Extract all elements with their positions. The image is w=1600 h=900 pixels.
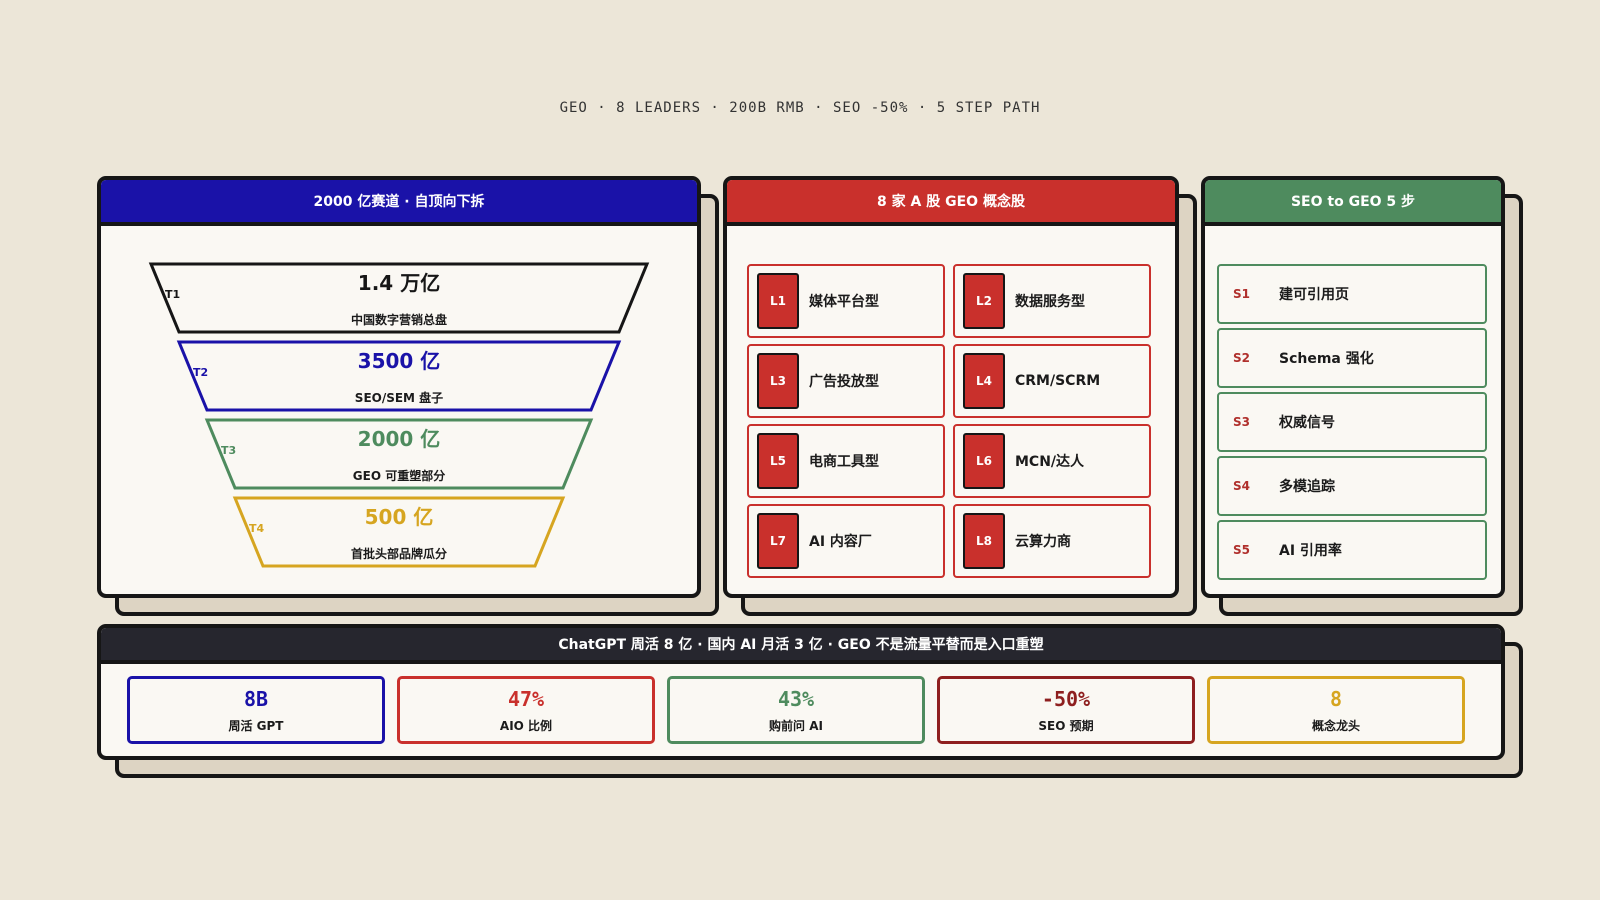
stat-tile: -50% SEO 预期 [937,676,1195,744]
funnel-tier: T1 1.4 万亿中国数字营销总盘 [148,262,650,334]
leader-label: 媒体平台型 [809,294,879,310]
step-label: 多模追踪 [1279,479,1335,495]
stat-value: -50% [1041,686,1091,711]
funnel-tier-value: 1.4 万亿 [358,271,440,295]
step-label: 建可引用页 [1279,287,1349,303]
leader-card: L2 数据服务型 [953,264,1151,338]
steps-card: SEO to GEO 5 步 S1 建可引用页 S2 Schema 强化 S3 权威信… [1201,176,1523,616]
funnel-tier-label: GEO 可重塑部分 [353,468,445,483]
leader-card: L5 电商工具型 [747,424,945,498]
funnel-card: 2000 亿赛道 · 自顶向下拆 T1 1.4 万亿中国数字营销总盘 T2 3500 … [97,176,719,616]
stat-value: 47% [507,686,545,711]
funnel-tier-value: 500 亿 [365,505,434,529]
funnel-tier-tag: T2 [193,366,208,379]
step-label: 权威信号 [1279,415,1335,431]
stat-label: 购前问 AI [769,718,823,733]
leader-card: L7 AI 内容厂 [747,504,945,578]
leader-code-badge: L8 [963,513,1005,569]
step-number: S2 [1233,351,1250,365]
funnel-tier-value: 2000 亿 [358,427,441,451]
stat-label: SEO 预期 [1038,718,1094,733]
card-frame: 8 家 A 股 GEO 概念股 L1 媒体平台型 L2 数据服务型 L3 广告投放型 … [723,176,1179,598]
funnel-tier-label: SEO/SEM 盘子 [355,390,443,405]
leader-label: 广告投放型 [809,374,879,390]
step-number: S3 [1233,415,1250,429]
stats-panel-title: ChatGPT 周活 8 亿 · 国内 AI 月活 3 亿 · GEO 不是流量… [101,628,1501,664]
card-frame: ChatGPT 周活 8 亿 · 国内 AI 月活 3 亿 · GEO 不是流量… [97,624,1505,760]
leader-label: AI 内容厂 [809,534,872,550]
funnel-panel-title: 2000 亿赛道 · 自顶向下拆 [101,180,697,226]
stat-label: AIO 比例 [499,718,553,733]
leader-card: L6 MCN/达人 [953,424,1151,498]
step-item: S4 多模追踪 [1217,456,1487,516]
leader-card: L3 广告投放型 [747,344,945,418]
leader-label: 数据服务型 [1015,294,1085,310]
step-label: AI 引用率 [1279,543,1342,559]
header-tagline: GEO · 8 LEADERS · 200B RMB · SEO -50% · … [559,100,1041,116]
leader-label: 电商工具型 [809,454,879,470]
leader-code-badge: L6 [963,433,1005,489]
leader-label: MCN/达人 [1015,454,1085,470]
stat-tile: 8 概念龙头 [1207,676,1465,744]
leader-label: CRM/SCRM [1015,373,1101,389]
funnel-tier-tag: T4 [249,522,265,535]
step-item: S3 权威信号 [1217,392,1487,452]
funnel-tier: T4 500 亿首批头部品牌瓜分 [232,496,566,568]
step-item: S5 AI 引用率 [1217,520,1487,580]
steps-panel-title: SEO to GEO 5 步 [1205,180,1501,226]
stat-value: 8 [1329,686,1343,711]
leader-code-badge: L3 [757,353,799,409]
funnel-tier-value: 3500 亿 [358,349,441,373]
stat-label: 周活 GPT [228,718,284,733]
stat-tile: 47% AIO 比例 [397,676,655,744]
leaders-panel-title: 8 家 A 股 GEO 概念股 [727,180,1175,226]
funnel-tier: T3 2000 亿 GEO 可重塑部分 [204,418,594,490]
funnel-tier-tag: T3 [221,444,236,457]
funnel-tier-tag: T1 [165,288,180,301]
stat-tile: 8B 周活 GPT [127,676,385,744]
step-number: S5 [1233,543,1250,557]
stats-card: ChatGPT 周活 8 亿 · 国内 AI 月活 3 亿 · GEO 不是流量… [97,624,1523,778]
leader-label: 云算力商 [1015,534,1071,550]
step-label: Schema 强化 [1279,351,1374,367]
leaders-card: 8 家 A 股 GEO 概念股 L1 媒体平台型 L2 数据服务型 L3 广告投放型 … [723,176,1197,616]
step-number: S1 [1233,287,1250,301]
leader-card: L1 媒体平台型 [747,264,945,338]
stat-value: 43% [777,686,815,711]
stat-label: 概念龙头 [1311,718,1360,733]
leader-card: L4 CRM/SCRM [953,344,1151,418]
step-item: S1 建可引用页 [1217,264,1487,324]
card-frame: 2000 亿赛道 · 自顶向下拆 T1 1.4 万亿中国数字营销总盘 T2 3500 … [97,176,701,598]
leader-code-badge: L7 [757,513,799,569]
funnel-tier-label: 中国数字营销总盘 [351,312,447,327]
leader-code-badge: L4 [963,353,1005,409]
stat-value: 8B [243,686,269,711]
market-funnel: T1 1.4 万亿中国数字营销总盘 T2 3500 亿 SEO/SEM 盘子 T3 2000… [148,262,650,568]
leader-code-badge: L1 [757,273,799,329]
funnel-tier-label: 首批头部品牌瓜分 [351,546,447,561]
card-frame: SEO to GEO 5 步 S1 建可引用页 S2 Schema 强化 S3 权威信… [1201,176,1505,598]
step-item: S2 Schema 强化 [1217,328,1487,388]
leader-card: L8 云算力商 [953,504,1151,578]
stat-tile: 43% 购前问 AI [667,676,925,744]
step-number: S4 [1233,479,1250,493]
leader-code-badge: L5 [757,433,799,489]
funnel-tier: T2 3500 亿 SEO/SEM 盘子 [176,340,622,412]
leader-code-badge: L2 [963,273,1005,329]
